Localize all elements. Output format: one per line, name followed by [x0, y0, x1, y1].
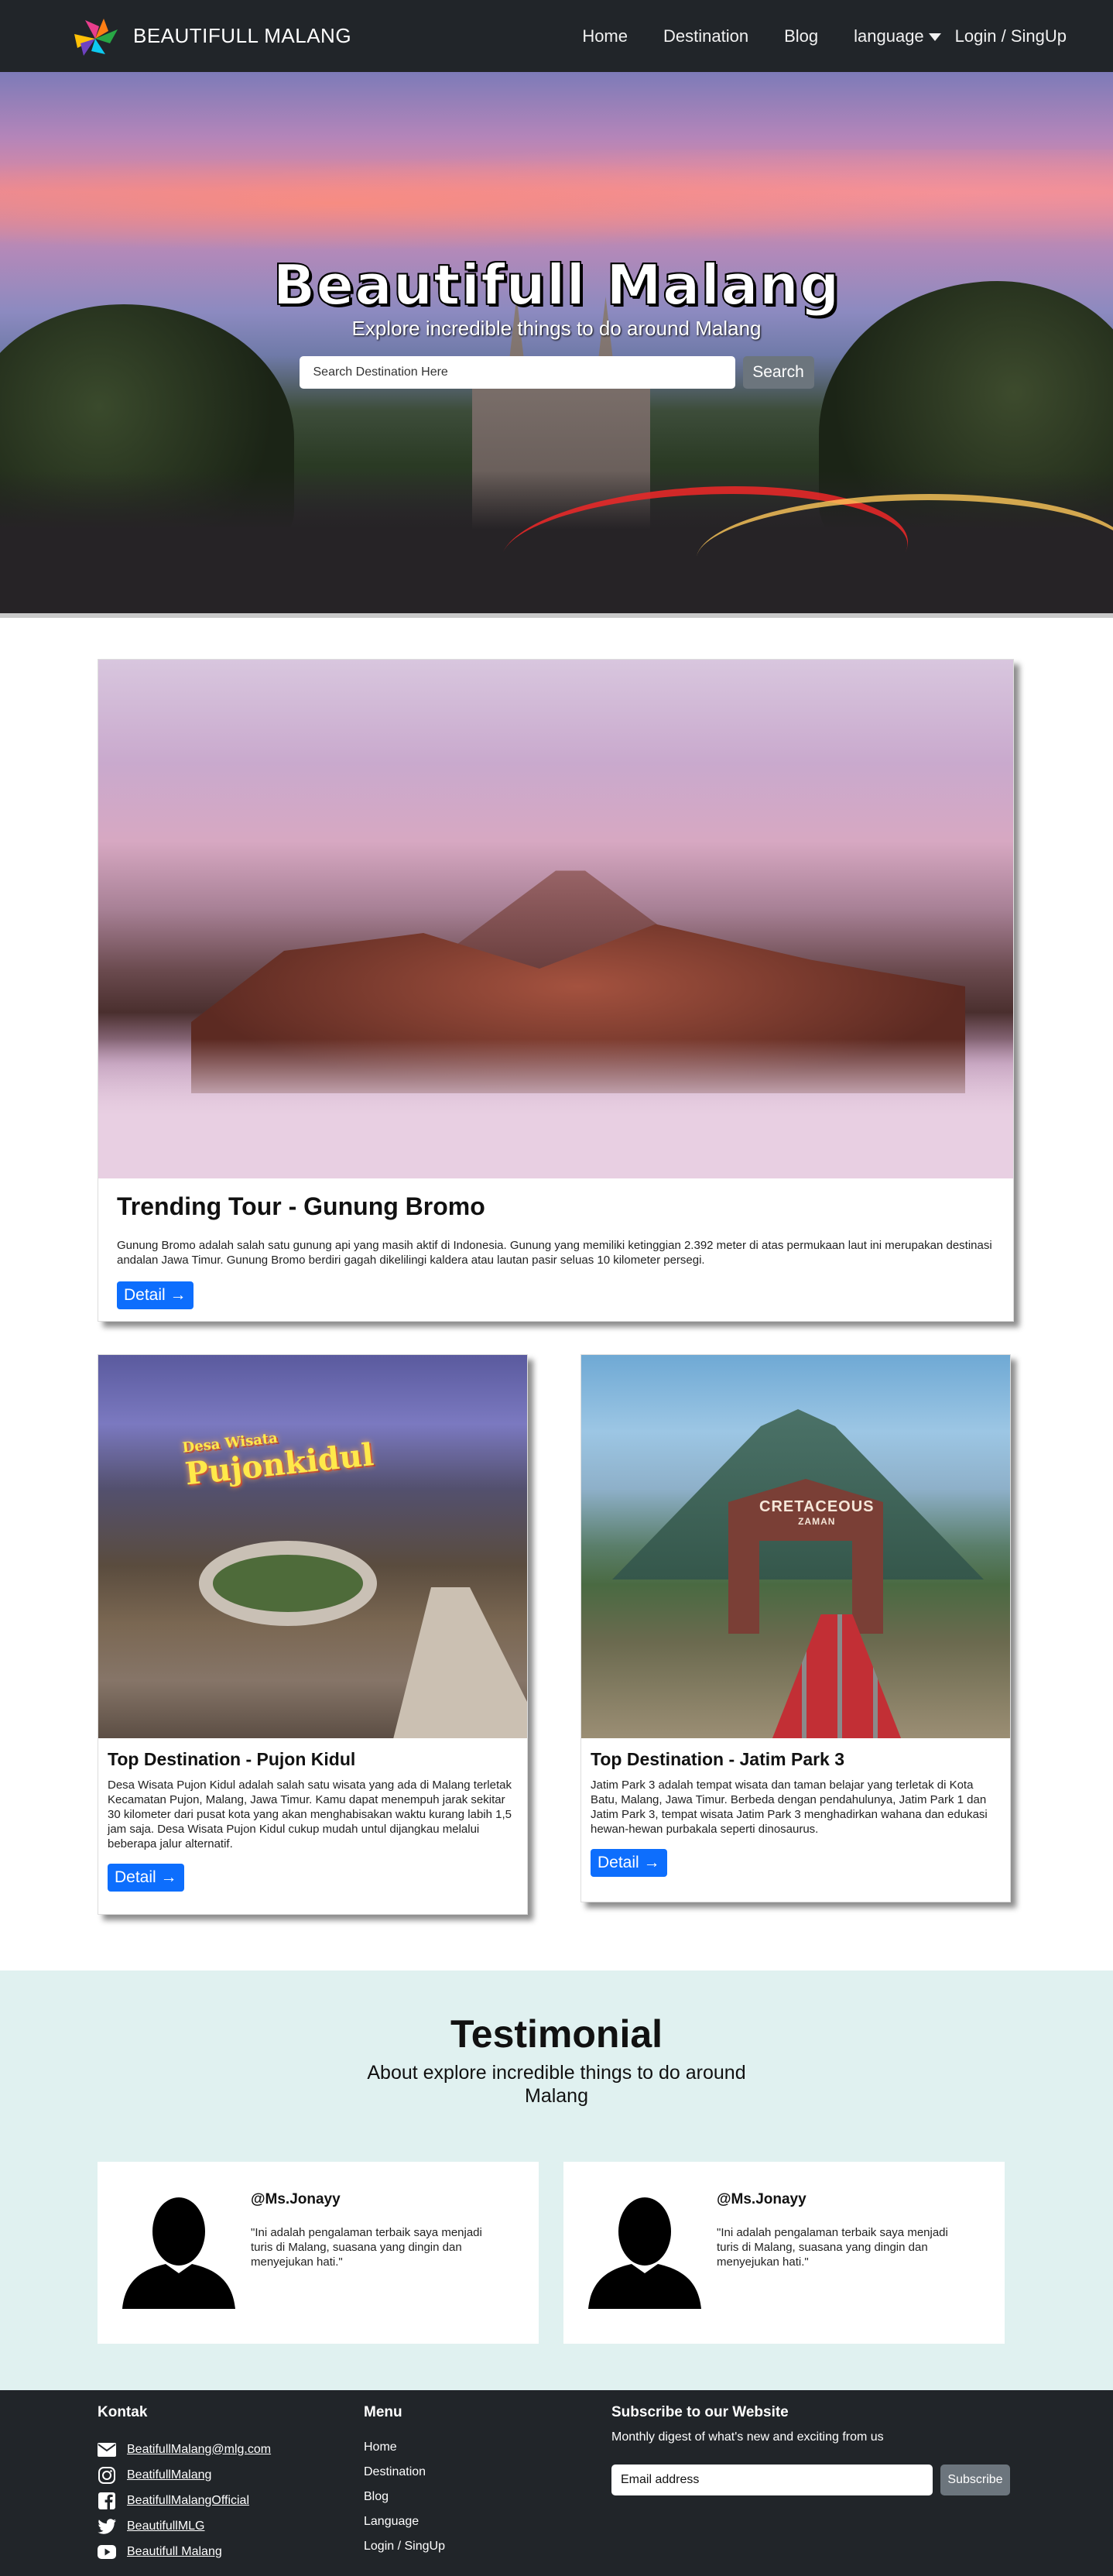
testimonial-quote: "Ini adalah pengalaman terbaik saya menj… — [251, 2226, 482, 2269]
testimonial-body: @Ms.Jonayy "Ini adalah pengalaman terbai… — [717, 2191, 972, 2344]
facebook-icon — [98, 2492, 116, 2510]
destination-row: Desa Wisata Pujonkidul Top Destination -… — [0, 1354, 1113, 1915]
bromo-fog — [98, 1039, 1013, 1178]
nav-link-home[interactable]: Home — [582, 26, 628, 46]
footer-menu-language[interactable]: Language — [364, 2515, 611, 2540]
jatim-gate-title: CRETACEOUS — [759, 1498, 875, 1515]
hero-divider — [0, 613, 1113, 618]
language-label: language — [854, 26, 924, 46]
subscribe-form: Subscribe — [611, 2465, 1014, 2495]
hero-subtitle: Explore incredible things to do around M… — [351, 316, 762, 340]
pujon-title: Top Destination - Pujon Kidul — [108, 1749, 356, 1769]
footer-menu-list: Home Destination Blog Language Login / S… — [364, 2441, 611, 2564]
avatar-silhouette-icon — [122, 2197, 235, 2309]
jatim-gate-text: CRETACEOUS ZAMAN — [759, 1498, 875, 1527]
brand-name: BEAUTIFULL MALANG — [133, 24, 352, 47]
nav-link-blog[interactable]: Blog — [784, 26, 818, 46]
search-button[interactable]: Search — [742, 355, 814, 389]
trending-title: Trending Tour - Gunung Bromo — [117, 1192, 485, 1220]
footer-menu-blog[interactable]: Blog — [364, 2490, 611, 2515]
subscribe-description: Monthly digest of what's new and excitin… — [611, 2430, 884, 2444]
search-bar: Search — [0, 355, 1113, 389]
jatim-gate-subtitle: ZAMAN — [798, 1516, 836, 1527]
navbar: BEAUTIFULL MALANG Home Destination Blog … — [0, 0, 1113, 72]
jatim-title: Top Destination - Jatim Park 3 — [591, 1749, 845, 1769]
contact-facebook-link[interactable]: BeatifullMalangOfficial — [127, 2494, 249, 2508]
footer-menu: Menu Home Destination Blog Language Logi… — [364, 2404, 611, 2576]
footer-menu-heading: Menu — [364, 2404, 402, 2420]
hero-content: Beautifull Malang Explore incredible thi… — [0, 252, 1113, 389]
contact-item: BeatifullMalang@mlg.com — [98, 2437, 364, 2462]
pujon-card: Desa Wisata Pujonkidul Top Destination -… — [98, 1354, 528, 1915]
brand-logo-icon — [74, 18, 118, 56]
hero-sky-glow — [0, 149, 1113, 258]
pujon-image: Desa Wisata Pujonkidul — [98, 1355, 527, 1738]
trending-detail-button[interactable]: Detail → — [117, 1281, 193, 1309]
pujon-text: Desa Wisata Pujon Kidul adalah salah sat… — [108, 1779, 512, 1851]
footer-menu-home[interactable]: Home — [364, 2441, 611, 2465]
trending-card-body: Trending Tour - Gunung Bromo Gunung Brom… — [98, 1178, 1013, 1322]
testimonial-body: @Ms.Jonayy "Ini adalah pengalaman terbai… — [251, 2191, 506, 2344]
bromo-image — [98, 660, 1013, 1178]
pujon-garden-circle — [199, 1541, 377, 1626]
contact-item: BeatifullMalangOfficial — [98, 2488, 364, 2513]
twitter-icon — [98, 2517, 116, 2536]
testimonial-list: @Ms.Jonayy "Ini adalah pengalaman terbai… — [98, 2162, 1113, 2344]
pujon-card-body: Top Destination - Pujon Kidul Desa Wisat… — [98, 1738, 527, 1892]
jatim-detail-button[interactable]: Detail → — [591, 1849, 667, 1877]
pujon-path — [392, 1587, 527, 1738]
nav-link-login[interactable]: Login / SingUp — [955, 26, 1067, 46]
footer-subscribe: Subscribe to our Website Monthly digest … — [611, 2404, 1014, 2576]
testimonial-name: @Ms.Jonayy — [717, 2191, 806, 2207]
email-field[interactable] — [611, 2465, 933, 2495]
contact-list: BeatifullMalang@mlg.com BeatifullMalang … — [98, 2437, 364, 2564]
footer-menu-login[interactable]: Login / SingUp — [364, 2540, 611, 2564]
contact-item: BeautifullMLG — [98, 2513, 364, 2539]
contact-item: BeatifullMalang — [98, 2462, 364, 2488]
avatar-silhouette-icon — [588, 2197, 701, 2309]
contact-item: Beautifull Malang — [98, 2539, 364, 2564]
testimonial-card: @Ms.Jonayy "Ini adalah pengalaman terbai… — [563, 2162, 1005, 2344]
jatim-text: Jatim Park 3 adalah tempat wisata dan ta… — [591, 1779, 988, 1836]
trending-text: Gunung Bromo adalah salah satu gunung ap… — [117, 1239, 992, 1267]
testimonial-section: Testimonial About explore incredible thi… — [0, 1971, 1113, 2390]
nav-links: Home Destination Blog language Login / S… — [582, 26, 1067, 46]
jatim-card-body: Top Destination - Jatim Park 3 Jatim Par… — [581, 1738, 1010, 1877]
instagram-icon — [98, 2466, 116, 2485]
hero-title: Beautifull Malang — [272, 252, 841, 317]
pujon-sign: Desa Wisata Pujonkidul — [182, 1418, 402, 1493]
trending-card: Trending Tour - Gunung Bromo Gunung Brom… — [98, 659, 1014, 1322]
footer: Kontak BeatifullMalang@mlg.com Beatifull… — [0, 2390, 1113, 2576]
language-dropdown[interactable]: language — [854, 26, 941, 46]
nav-link-destination[interactable]: Destination — [663, 26, 748, 46]
brand[interactable]: BEAUTIFULL MALANG — [70, 15, 351, 57]
search-input[interactable] — [299, 355, 735, 389]
contact-email-link[interactable]: BeatifullMalang@mlg.com — [127, 2443, 271, 2457]
pujon-detail-button[interactable]: Detail → — [108, 1864, 184, 1892]
destinations-section: Trending Tour - Gunung Bromo Gunung Brom… — [0, 618, 1113, 1971]
jatim-card: CRETACEOUS ZAMAN Top Destination - Jatim… — [580, 1354, 1011, 1902]
footer-contact: Kontak BeatifullMalang@mlg.com Beatifull… — [98, 2404, 364, 2576]
testimonial-subtitle: About explore incredible things to do ar… — [367, 2062, 746, 2107]
testimonial-quote: "Ini adalah pengalaman terbaik saya menj… — [717, 2226, 948, 2269]
footer-contact-heading: Kontak — [98, 2404, 148, 2420]
testimonial-card: @Ms.Jonayy "Ini adalah pengalaman terbai… — [98, 2162, 539, 2344]
jatim-image: CRETACEOUS ZAMAN — [581, 1355, 1010, 1738]
subscribe-button[interactable]: Subscribe — [940, 2465, 1010, 2495]
caret-down-icon — [928, 33, 941, 41]
contact-instagram-link[interactable]: BeatifullMalang — [127, 2468, 211, 2482]
contact-twitter-link[interactable]: BeautifullMLG — [127, 2519, 205, 2533]
testimonial-name: @Ms.Jonayy — [251, 2191, 341, 2207]
youtube-icon — [98, 2543, 116, 2561]
contact-youtube-link[interactable]: Beautifull Malang — [127, 2545, 222, 2559]
hero: Beautifull Malang Explore incredible thi… — [0, 72, 1113, 618]
envelope-icon — [98, 2441, 116, 2459]
footer-menu-destination[interactable]: Destination — [364, 2465, 611, 2490]
subscribe-heading: Subscribe to our Website — [611, 2404, 789, 2420]
testimonial-title: Testimonial — [450, 2012, 663, 2056]
